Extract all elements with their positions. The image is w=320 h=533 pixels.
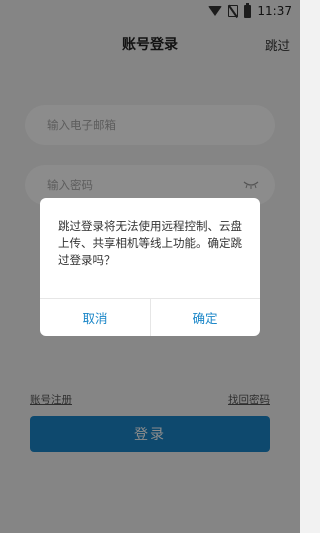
dialog-message: 跳过登录将无法使用远程控制、云盘上传、共享相机等线上功能。确定跳过登录吗？: [58, 219, 242, 267]
confirm-button[interactable]: 确定: [150, 299, 260, 336]
cancel-button[interactable]: 取消: [40, 299, 150, 336]
skip-login-dialog: 跳过登录将无法使用远程控制、云盘上传、共享相机等线上功能。确定跳过登录吗？ 取消…: [40, 198, 260, 336]
